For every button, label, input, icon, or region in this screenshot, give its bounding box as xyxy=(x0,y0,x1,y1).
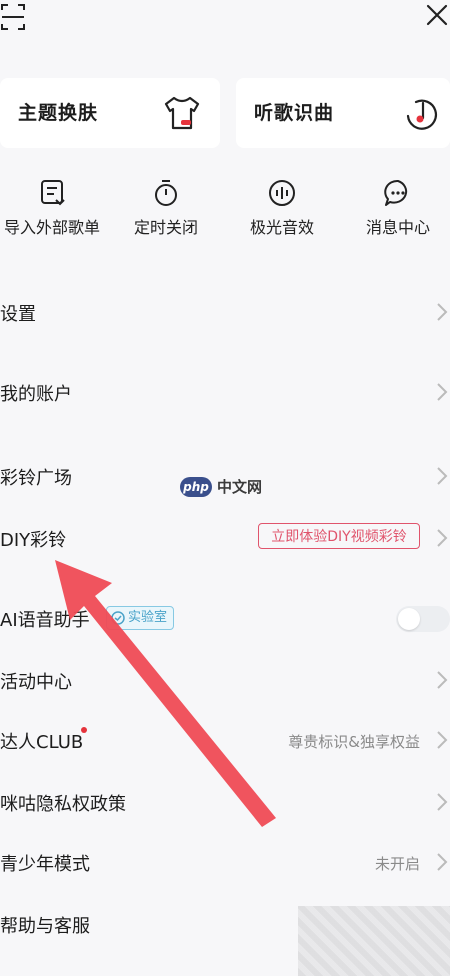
chevron-right-icon xyxy=(437,793,448,811)
toggle-knob xyxy=(398,608,420,630)
theme-skin-card[interactable]: 主题换肤 xyxy=(0,78,220,148)
lab-badge-label: 实验室 xyxy=(128,610,168,625)
menu-label: 活动中心 xyxy=(0,672,72,693)
chevron-right-icon xyxy=(437,671,448,689)
menu-row-teen-mode[interactable]: 青少年模式 未开启 xyxy=(0,832,450,892)
shortcut-message-center[interactable]: 消息中心 xyxy=(342,178,450,248)
menu-label: 帮助与客服 xyxy=(0,916,90,937)
chevron-right-icon xyxy=(437,731,448,749)
diy-promo-button[interactable]: 立即体验DIY视频彩铃 xyxy=(258,523,420,549)
import-playlist-icon xyxy=(41,180,65,206)
timer-icon xyxy=(155,180,177,206)
message-icon xyxy=(384,179,408,206)
chevron-right-icon xyxy=(437,303,448,321)
watermark-text: 中文网 xyxy=(217,478,263,496)
shortcut-label: 导入外部歌单 xyxy=(3,218,100,237)
shortcut-import-playlist[interactable]: 导入外部歌单 xyxy=(0,178,108,248)
watermark-logo: php xyxy=(180,476,212,497)
club-benefits-text: 尊贵标识&独享权益 xyxy=(288,733,420,751)
menu-label: 咪咕隐私权政策 xyxy=(0,794,126,815)
menu-label: 我的账户 xyxy=(0,384,72,405)
sound-wave-icon xyxy=(269,180,295,206)
music-recognize-icon xyxy=(406,99,438,130)
chevron-right-icon xyxy=(437,383,448,401)
menu-label: 彩铃广场 xyxy=(0,468,72,489)
ai-assistant-toggle[interactable] xyxy=(396,606,450,632)
blurred-region xyxy=(298,906,450,976)
menu-label: DIY彩铃 xyxy=(0,530,67,551)
shortcut-label: 定时关闭 xyxy=(133,218,198,237)
menu-row-club[interactable]: 达人CLUB 尊贵标识&独享权益 xyxy=(0,710,450,770)
shortcut-label: 消息中心 xyxy=(365,218,430,237)
shortcut-sound-effect[interactable]: 极光音效 xyxy=(226,178,338,248)
menu-row-diy-ringtone[interactable]: DIY彩铃 立即体验DIY视频彩铃 xyxy=(0,508,450,568)
music-recognize-card[interactable]: 听歌识曲 xyxy=(236,78,450,148)
menu-row-settings[interactable]: 设置 xyxy=(0,282,450,342)
watermark: php 中文网 xyxy=(180,476,262,497)
chevron-right-icon xyxy=(437,529,448,547)
close-icon[interactable] xyxy=(424,2,450,28)
shortcut-timer[interactable]: 定时关闭 xyxy=(110,178,222,248)
chevron-right-icon xyxy=(437,853,448,871)
lab-badge: 实验室 xyxy=(106,606,175,630)
shortcut-label: 极光音效 xyxy=(249,218,314,237)
teen-mode-status: 未开启 xyxy=(374,855,420,873)
menu-row-ai-assistant[interactable]: AI语音助手 实验室 xyxy=(0,588,450,648)
theme-skin-label: 主题换肤 xyxy=(18,102,99,124)
notification-dot xyxy=(81,727,87,733)
lab-icon xyxy=(111,611,125,625)
music-recognize-label: 听歌识曲 xyxy=(254,102,335,124)
menu-row-activity-center[interactable]: 活动中心 xyxy=(0,650,450,710)
scan-icon[interactable] xyxy=(0,2,26,32)
menu-label: AI语音助手 xyxy=(0,610,90,631)
chevron-right-icon xyxy=(437,467,448,485)
menu-label: 青少年模式 xyxy=(0,854,90,875)
menu-label: 设置 xyxy=(0,304,36,325)
tshirt-icon xyxy=(164,96,200,130)
menu-label: 达人CLUB xyxy=(0,732,84,753)
menu-row-privacy[interactable]: 咪咕隐私权政策 xyxy=(0,772,450,832)
menu-row-account[interactable]: 我的账户 xyxy=(0,362,450,422)
